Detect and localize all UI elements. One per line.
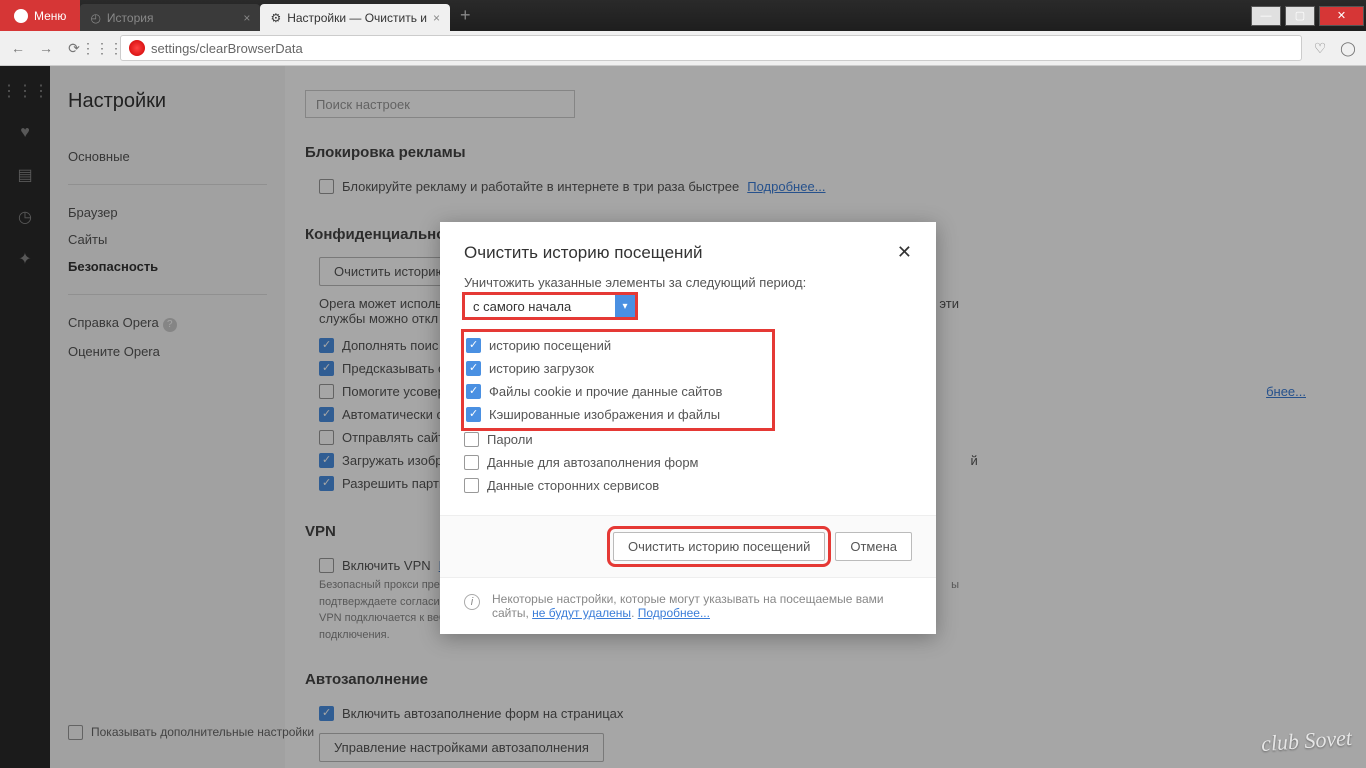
cancel-button[interactable]: Отмена [835, 532, 912, 561]
address-bar[interactable]: settings/clearBrowserData [120, 35, 1302, 61]
checkbox[interactable] [466, 384, 481, 399]
menu-button[interactable]: Меню [0, 0, 80, 31]
titlebar: Меню ◴ История × ⚙ Настройки — Очистить … [0, 0, 1366, 31]
maximize-button[interactable]: ▢ [1285, 6, 1315, 26]
period-label: Уничтожить указанные элементы за следующ… [464, 275, 912, 290]
forward-button[interactable]: → [36, 38, 56, 58]
minimize-button[interactable]: — [1251, 6, 1281, 26]
close-icon[interactable]: × [433, 11, 440, 25]
adblock-icon[interactable]: ◯ [1338, 38, 1358, 58]
info-icon: i [464, 594, 480, 610]
learn-more-link[interactable]: Подробнее... [638, 606, 710, 620]
heart-icon[interactable]: ♡ [1310, 38, 1330, 58]
checkbox[interactable] [466, 361, 481, 376]
clear-data-modal: Очистить историю посещений ✕ Уничтожить … [440, 222, 936, 634]
window-controls: — ▢ ✕ [1249, 6, 1366, 26]
period-select[interactable]: с самого начала [464, 294, 636, 318]
checkbox[interactable] [464, 478, 479, 493]
navbar: ← → ⟳ ⋮⋮⋮ settings/clearBrowserData ♡ ◯ [0, 31, 1366, 66]
speed-dial-icon[interactable]: ⋮⋮⋮ [92, 38, 112, 58]
modal-title: Очистить историю посещений [464, 243, 702, 263]
tab-settings[interactable]: ⚙ Настройки — Очистить и × [260, 4, 450, 31]
clock-icon: ◴ [90, 11, 100, 25]
period-select-highlight: с самого начала ▾ [464, 294, 636, 318]
not-deleted-link[interactable]: не будут удалены [532, 606, 631, 620]
close-icon[interactable]: × [243, 11, 250, 25]
checkbox[interactable] [466, 338, 481, 353]
checkbox[interactable] [464, 432, 479, 447]
new-tab-button[interactable]: + [450, 5, 481, 26]
checkbox[interactable] [466, 407, 481, 422]
checkbox[interactable] [464, 455, 479, 470]
clear-button[interactable]: Очистить историю посещений [613, 532, 825, 561]
gear-icon: ⚙ [270, 11, 281, 25]
back-button[interactable]: ← [8, 38, 28, 58]
tab-history[interactable]: ◴ История × [80, 4, 260, 31]
window-close-button[interactable]: ✕ [1319, 6, 1364, 26]
opera-icon [129, 40, 145, 56]
close-icon[interactable]: ✕ [897, 242, 912, 263]
